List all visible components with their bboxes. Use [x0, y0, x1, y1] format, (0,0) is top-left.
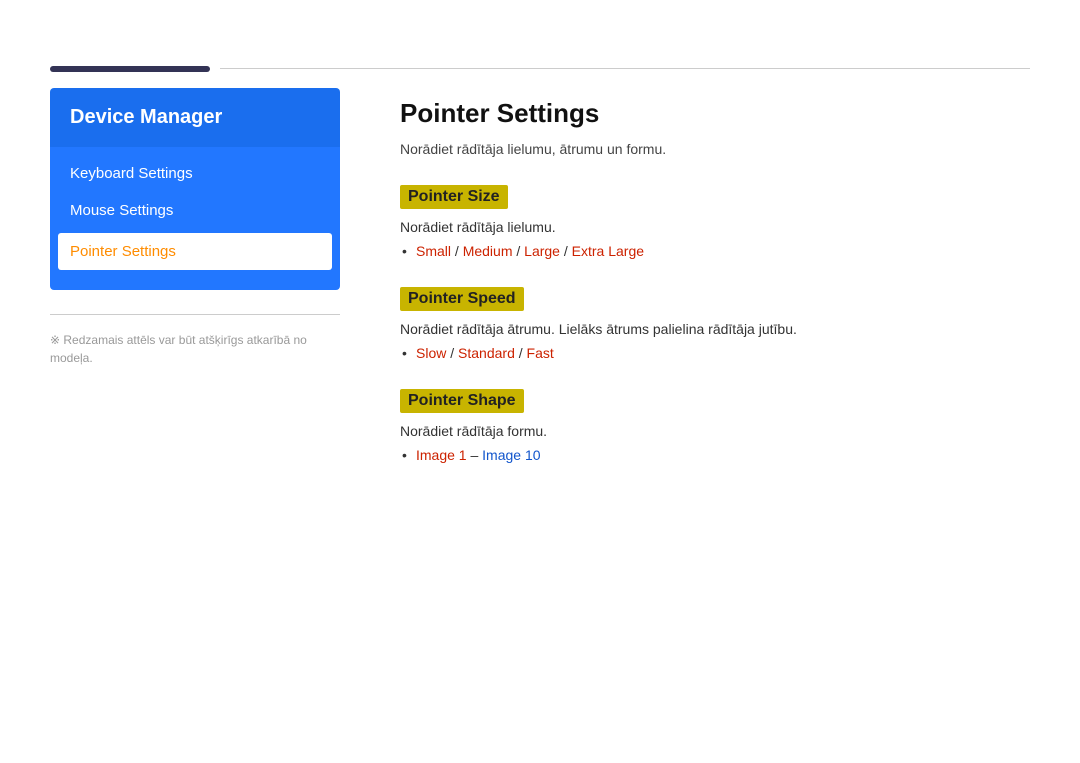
opt-standard[interactable]: Standard	[458, 345, 515, 361]
section-desc-size: Norādiet rādītāja lielumu.	[400, 219, 1030, 235]
sidebar-title: Device Manager	[70, 106, 222, 128]
list-item-size: Small / Medium / Large / Extra Large	[416, 243, 1030, 259]
opt-image10[interactable]: Image 10	[482, 447, 540, 463]
opt-slow[interactable]: Slow	[416, 345, 446, 361]
section-options-shape: Image 1 – Image 10	[400, 447, 1030, 463]
sidebar-item-mouse[interactable]: Mouse Settings	[50, 192, 340, 229]
sidebar-nav: Keyboard Settings Mouse Settings Pointer…	[50, 147, 340, 290]
list-item-shape: Image 1 – Image 10	[416, 447, 1030, 463]
section-heading-size: Pointer Size	[400, 185, 508, 209]
opt-extralarge[interactable]: Extra Large	[572, 243, 644, 259]
section-heading-speed: Pointer Speed	[400, 287, 524, 311]
section-pointer-shape: Pointer Shape Norādiet rādītāja formu. I…	[400, 389, 1030, 463]
section-pointer-size: Pointer Size Norādiet rādītāja lielumu. …	[400, 185, 1030, 259]
sidebar: Device Manager Keyboard Settings Mouse S…	[50, 88, 340, 713]
page-title: Pointer Settings	[400, 98, 1030, 129]
main-content: Pointer Settings Norādiet rādītāja lielu…	[400, 88, 1030, 713]
sidebar-footer: ※ Redzamais attēls var būt atšķirīgs atk…	[50, 314, 340, 367]
section-desc-speed: Norādiet rādītāja ātrumu. Lielāks ātrums…	[400, 321, 1030, 337]
page-subtitle: Norādiet rādītāja lielumu, ātrumu un for…	[400, 141, 1030, 157]
sidebar-header: Device Manager	[50, 88, 340, 147]
list-item-speed: Slow / Standard / Fast	[416, 345, 1030, 361]
section-heading-shape: Pointer Shape	[400, 389, 524, 413]
top-bar-line	[220, 68, 1030, 69]
section-desc-shape: Norādiet rādītāja formu.	[400, 423, 1030, 439]
opt-small[interactable]: Small	[416, 243, 451, 259]
section-options-speed: Slow / Standard / Fast	[400, 345, 1030, 361]
top-bar-accent	[50, 66, 210, 72]
section-pointer-speed: Pointer Speed Norādiet rādītāja ātrumu. …	[400, 287, 1030, 361]
main-layout: Device Manager Keyboard Settings Mouse S…	[50, 88, 1030, 713]
opt-large[interactable]: Large	[524, 243, 560, 259]
section-options-size: Small / Medium / Large / Extra Large	[400, 243, 1030, 259]
opt-fast[interactable]: Fast	[527, 345, 554, 361]
opt-image1[interactable]: Image 1	[416, 447, 467, 463]
sidebar-item-pointer[interactable]: Pointer Settings	[58, 233, 332, 270]
sidebar-item-keyboard[interactable]: Keyboard Settings	[50, 155, 340, 192]
sidebar-footer-note: ※ Redzamais attēls var būt atšķirīgs atk…	[50, 333, 307, 365]
opt-medium[interactable]: Medium	[463, 243, 513, 259]
top-bar	[50, 68, 1030, 69]
